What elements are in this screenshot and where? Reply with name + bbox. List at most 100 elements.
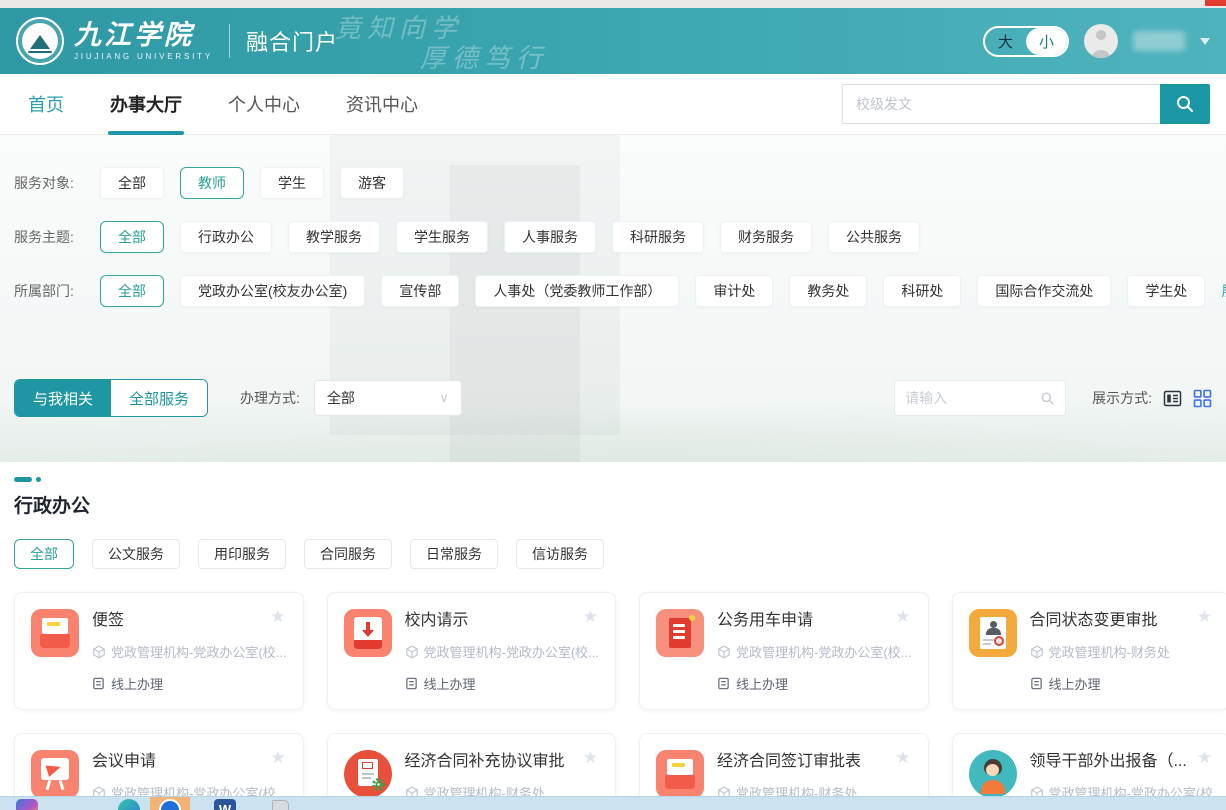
service-mode: 线上办理 [92,674,287,693]
service-title: 会议申请 [92,750,276,774]
theme-chip-teaching[interactable]: 教学服务 [288,221,380,253]
subfilter-daily[interactable]: 日常服务 [410,539,498,569]
gear-icon [371,777,386,792]
theme-chip-finance[interactable]: 财务服务 [720,221,812,253]
memo-briefcase-icon [656,750,704,798]
service-department: 党政管理机构-财务处 [1030,642,1170,661]
service-title: 校内请示 [405,609,600,633]
service-title: 经济合同补充协议审批 [405,750,565,774]
mode-select[interactable]: 全部 ∨ [314,380,462,416]
theme-chip-public[interactable]: 公共服务 [828,221,920,253]
service-department: 党政管理机构-党政办公室(校... [405,642,600,661]
subfilter-contract[interactable]: 合同服务 [304,539,392,569]
service-search-input[interactable] [905,390,1040,406]
red-document-icon [656,609,704,657]
cube-icon [717,645,731,659]
favorite-star-icon[interactable]: ★ [895,607,910,627]
header-right-group: 大 小 [983,24,1210,58]
taskbar-photos-icon[interactable] [16,799,38,810]
expand-departments-link[interactable]: 展开 ∨ [1221,281,1226,301]
display-mode-label: 展示方式: [1092,388,1152,408]
favorite-star-icon[interactable]: ★ [583,607,598,627]
dept-chip-all[interactable]: 全部 [100,275,164,307]
filter-chip-all[interactable]: 全部 [100,167,164,199]
dept-chip-student-affairs[interactable]: 学生处 [1127,275,1205,307]
dept-chip-party-office[interactable]: 党政办公室(校友办公室) [180,275,365,307]
book-icon [92,677,105,690]
global-search-input[interactable] [842,84,1160,124]
person-avatar-icon [969,750,1017,798]
theme-chip-hr[interactable]: 人事服务 [504,221,596,253]
motto-line-2: 厚德笃行 [420,44,548,74]
search-button[interactable] [1160,84,1210,124]
dept-chip-academic[interactable]: 教务处 [789,275,867,307]
favorite-star-icon[interactable]: ★ [270,748,285,768]
dept-chip-audit[interactable]: 审计处 [695,275,773,307]
filter-chip-guest[interactable]: 游客 [340,167,404,199]
tab-related-to-me[interactable]: 与我相关 [15,380,111,416]
theme-chip-admin[interactable]: 行政办公 [180,221,272,253]
taskbar-file-icon[interactable] [272,800,289,810]
service-search [894,380,1066,416]
nav-item-personal-center[interactable]: 个人中心 [228,74,300,135]
theme-chip-research[interactable]: 科研服务 [612,221,704,253]
search-icon [1175,94,1195,114]
nav-item-service-hall[interactable]: 办事大厅 [110,74,182,135]
font-size-small-button[interactable]: 小 [1026,28,1067,55]
mode-select-value: 全部 [327,388,355,408]
subfilter-petition[interactable]: 信访服务 [516,539,604,569]
subfilter-official-docs[interactable]: 公文服务 [92,539,180,569]
subfilter-all[interactable]: 全部 [14,539,74,569]
seal-mountain-shape [30,35,50,49]
font-size-toggle[interactable]: 大 小 [983,26,1069,57]
subfilter-seal[interactable]: 用印服务 [198,539,286,569]
username-redacted[interactable] [1133,31,1185,51]
favorite-star-icon[interactable]: ★ [895,748,910,768]
service-card[interactable]: ★ 合同状态变更审批 党政管理机构-财务处 线上办理 [952,592,1226,710]
dept-chip-hr-office[interactable]: 人事处（党委教师工作部） [475,275,679,307]
browser-alert-bar [1205,0,1226,6]
filter-chip-teacher[interactable]: 教师 [180,167,244,199]
user-menu-chevron-icon[interactable] [1200,38,1210,50]
nav-item-home[interactable]: 首页 [28,74,64,135]
theme-chip-student[interactable]: 学生服务 [396,221,488,253]
filter-label: 服务对象: [14,173,100,193]
font-size-large-button[interactable]: 大 [985,31,1026,52]
nav-item-news-center[interactable]: 资讯中心 [346,74,418,135]
book-icon [717,677,730,690]
dept-chip-research[interactable]: 科研处 [883,275,961,307]
service-mode: 线上办理 [717,674,912,693]
university-name-cn: 九江学院 [74,21,213,49]
service-title: 合同状态变更审批 [1030,609,1170,633]
user-avatar[interactable] [1084,24,1118,58]
dept-chip-international[interactable]: 国际合作交流处 [977,275,1111,307]
taskbar-edge-icon[interactable] [118,799,140,810]
section-title: 行政办公 [14,491,1214,518]
services-section: 行政办公 全部 公文服务 用印服务 合同服务 日常服务 信访服务 ★ 便签 党政… [0,462,1226,810]
browser-top-strip [0,0,1226,8]
service-title: 领导干部外出报备（... [1030,750,1214,774]
taskbar-word-icon[interactable]: W [214,799,236,810]
list-view-icon[interactable] [1163,389,1182,408]
favorite-star-icon[interactable]: ★ [1197,607,1212,627]
theme-chip-all[interactable]: 全部 [100,221,164,253]
favorite-star-icon[interactable]: ★ [270,607,285,627]
service-card[interactable]: ★ 校内请示 党政管理机构-党政办公室(校... 线上办理 [327,592,617,710]
tab-all-services[interactable]: 全部服务 [111,380,207,416]
app-header: 九江学院 JIUJIANG UNIVERSITY 融合门户 竟知向学 厚德笃行 … [0,8,1226,74]
filter-chip-student[interactable]: 学生 [260,167,324,199]
book-icon [405,677,418,690]
service-scope-tabs: 与我相关 全部服务 [14,379,208,417]
memo-briefcase-icon [31,609,79,657]
service-title: 经济合同签订审批表 [717,750,861,774]
service-title: 公务用车申请 [717,609,912,633]
dept-chip-publicity[interactable]: 宣传部 [381,275,459,307]
toolbar-right-group: 展示方式: [894,380,1212,416]
favorite-star-icon[interactable]: ★ [1197,748,1212,768]
cube-icon [1030,645,1044,659]
university-wordmark: 九江学院 JIUJIANG UNIVERSITY [74,21,213,61]
favorite-star-icon[interactable]: ★ [583,748,598,768]
service-card[interactable]: ★ 公务用车申请 党政管理机构-党政办公室(校... 线上办理 [639,592,929,710]
service-card[interactable]: ★ 便签 党政管理机构-党政办公室(校... 线上办理 [14,592,304,710]
grid-view-icon[interactable] [1193,389,1212,408]
